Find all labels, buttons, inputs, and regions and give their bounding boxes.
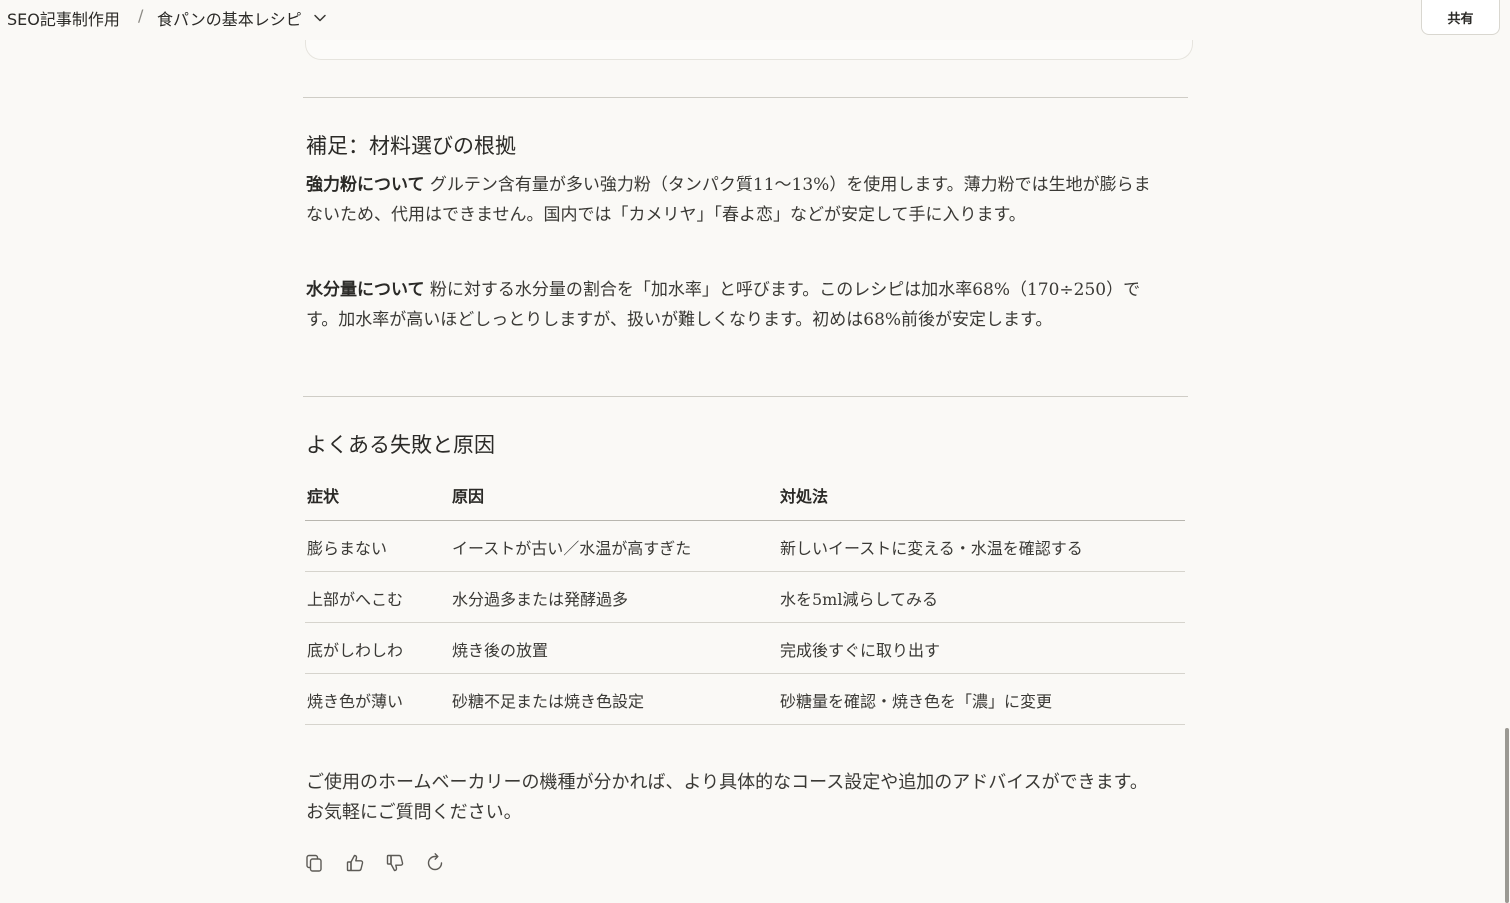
chevron-down-icon[interactable]	[312, 10, 328, 26]
thumbs-up-icon[interactable]	[344, 852, 366, 874]
table-cell: 砂糖量を確認・焼き色を「濃」に変更	[780, 692, 1053, 711]
table-cell: 水を5ml減らしてみる	[780, 590, 938, 609]
table-cell: 砂糖不足または焼き色設定	[452, 692, 645, 711]
breadcrumb-project[interactable]: SEO記事制作用	[7, 6, 120, 30]
table-cell: 新しいイーストに変える・水温を確認する	[780, 539, 1083, 558]
table-row: 上部がへこむ 水分過多または発酵過多 水を5ml減らしてみる	[305, 572, 1185, 623]
flour-paragraph: 強力粉について グルテン含有量が多い強力粉（タンパク質11〜13%）を使用します…	[306, 170, 1166, 230]
flour-text: グルテン含有量が多い強力粉（タンパク質11〜13%）を使用します。薄力粉では生地…	[306, 175, 1151, 225]
copy-icon[interactable]	[303, 852, 325, 874]
share-button[interactable]: 共有	[1421, 0, 1500, 35]
failures-table: 症状 原因 対処法 膨らまない イーストが古い／水温が高すぎた 新しいイーストに…	[305, 468, 1185, 725]
column-header-cause: 原因	[452, 487, 485, 506]
table-cell: 膨らまない	[307, 539, 388, 558]
divider	[303, 396, 1188, 397]
table-row: 焼き色が薄い 砂糖不足または焼き色設定 砂糖量を確認・焼き色を「濃」に変更	[305, 674, 1185, 725]
table-cell: 完成後すぐに取り出す	[780, 641, 941, 660]
table-cell: 焼き色が薄い	[307, 692, 404, 711]
divider	[303, 97, 1188, 98]
top-bar: SEO記事制作用 / 食パンの基本レシピ 共有	[0, 0, 1510, 40]
column-header-symptom: 症状	[307, 487, 340, 506]
scrollbar-thumb[interactable]	[1505, 728, 1509, 903]
failures-heading: よくある失敗と原因	[306, 433, 495, 457]
table-cell: 焼き後の放置	[452, 641, 549, 660]
table-row: 底がしわしわ 焼き後の放置 完成後すぐに取り出す	[305, 623, 1185, 674]
flour-label: 強力粉について	[306, 175, 425, 195]
table-cell: 水分過多または発酵過多	[452, 590, 629, 609]
water-label: 水分量について	[306, 280, 425, 300]
column-header-remedy: 対処法	[780, 487, 829, 506]
breadcrumb-chat-title[interactable]: 食パンの基本レシピ	[157, 6, 302, 30]
table-header-row: 症状 原因 対処法	[305, 468, 1185, 521]
table-cell: 底がしわしわ	[307, 641, 404, 660]
supplement-heading: 補足：材料選びの根拠	[306, 134, 516, 158]
table-cell: イーストが古い／水温が高すぎた	[452, 539, 692, 558]
closing-paragraph: ご使用のホームベーカリーの機種が分かれば、より具体的なコース設定や追加のアドバイ…	[306, 772, 1148, 823]
table-row: 膨らまない イーストが古い／水温が高すぎた 新しいイーストに変える・水温を確認す…	[305, 521, 1185, 572]
water-text: 粉に対する水分量の割合を「加水率」と呼びます。このレシピは加水率68%（170÷…	[306, 280, 1141, 330]
breadcrumb-separator: /	[138, 6, 144, 25]
water-paragraph: 水分量について 粉に対する水分量の割合を「加水率」と呼びます。このレシピは加水率…	[306, 275, 1166, 335]
table-cell: 上部がへこむ	[307, 590, 404, 609]
thumbs-down-icon[interactable]	[384, 852, 406, 874]
retry-icon[interactable]	[424, 852, 446, 874]
